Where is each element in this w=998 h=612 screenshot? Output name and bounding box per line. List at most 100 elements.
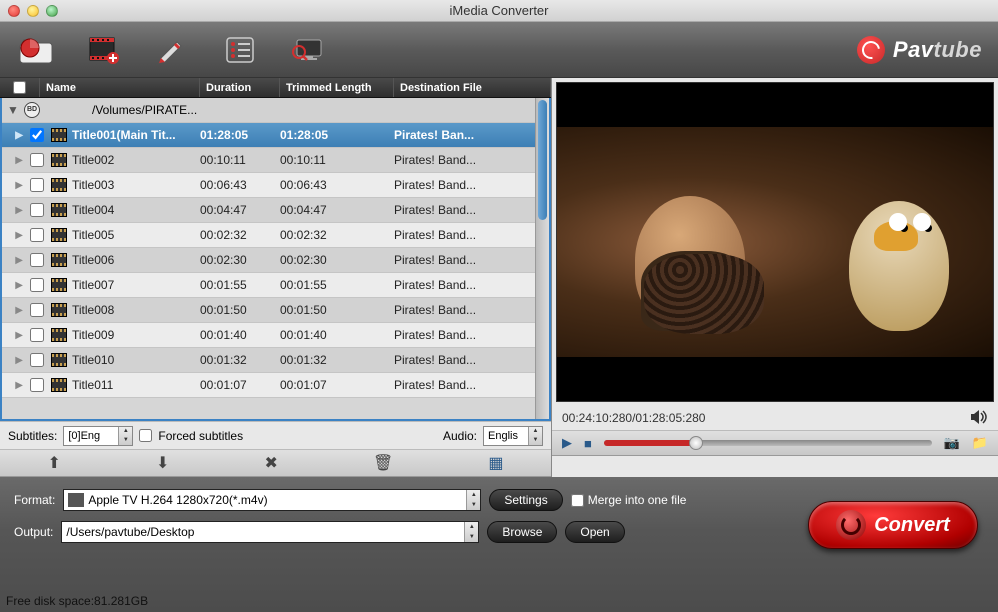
disc-icon <box>24 102 40 118</box>
table-row[interactable]: ▶Title00600:02:3000:02:30Pirates! Band..… <box>2 248 549 273</box>
expand-icon[interactable]: ▶ <box>2 180 26 191</box>
cell-name: Title010 <box>70 353 200 367</box>
row-checkbox[interactable] <box>30 178 44 192</box>
expand-icon[interactable]: ▶ <box>2 130 26 141</box>
row-checkbox[interactable] <box>30 278 44 292</box>
table-header: Name Duration Trimmed Length Destination… <box>0 78 551 98</box>
stop-button[interactable]: ■ <box>584 436 592 451</box>
row-checkbox[interactable] <box>30 328 44 342</box>
convert-icon <box>836 510 866 540</box>
expand-icon[interactable]: ▼ <box>2 103 24 117</box>
cell-duration: 00:06:43 <box>200 178 280 192</box>
row-checkbox[interactable] <box>30 253 44 267</box>
logo-text: Pavtube <box>893 37 982 63</box>
table-row[interactable]: ▶Title00500:02:3200:02:32Pirates! Band..… <box>2 223 549 248</box>
film-icon <box>48 278 70 292</box>
expand-icon[interactable]: ▶ <box>2 355 26 366</box>
expand-icon[interactable]: ▶ <box>2 330 26 341</box>
table-row[interactable]: ▶Title01100:01:0700:01:07Pirates! Band..… <box>2 373 549 398</box>
table-row[interactable]: ▶Title00800:01:5000:01:50Pirates! Band..… <box>2 298 549 323</box>
expand-icon[interactable]: ▶ <box>2 205 26 216</box>
file-list-panel: Name Duration Trimmed Length Destination… <box>0 78 552 477</box>
table-row[interactable]: ▶Title00200:10:1100:10:11Pirates! Band..… <box>2 148 549 173</box>
merge-checkbox[interactable] <box>571 494 584 507</box>
col-name[interactable]: Name <box>40 78 200 97</box>
video-preview[interactable] <box>556 82 994 402</box>
logo-icon <box>857 36 885 64</box>
add-video-button[interactable] <box>84 30 124 70</box>
audio-select[interactable]: Englis▲▼ <box>483 426 543 446</box>
volume-path: /Volumes/PIRATE... <box>92 103 197 117</box>
cell-trimmed: 00:01:07 <box>280 378 394 392</box>
subtitle-select[interactable]: [0]Eng▲▼ <box>63 426 133 446</box>
film-icon <box>48 128 70 142</box>
table-row[interactable]: ▶Title01000:01:3200:01:32Pirates! Band..… <box>2 348 549 373</box>
move-down-button[interactable]: ⬇ <box>156 453 169 473</box>
format-select[interactable]: Apple TV H.264 1280x720(*.m4v) ▲▼ <box>63 489 481 511</box>
minimize-window-button[interactable] <box>27 5 39 17</box>
play-button[interactable]: ▶ <box>562 435 572 451</box>
cell-trimmed: 00:06:43 <box>280 178 394 192</box>
row-checkbox[interactable] <box>30 128 44 142</box>
cell-trimmed: 00:04:47 <box>280 203 394 217</box>
forced-subtitles-checkbox[interactable] <box>139 429 152 442</box>
row-checkbox[interactable] <box>30 203 44 217</box>
close-window-button[interactable] <box>8 5 20 17</box>
expand-icon[interactable]: ▶ <box>2 155 26 166</box>
format-label: Format: <box>14 493 55 507</box>
table-row[interactable]: ▶Title001(Main Tit...01:28:0501:28:05Pir… <box>2 123 549 148</box>
convert-button[interactable]: Convert <box>808 501 978 549</box>
list-button[interactable] <box>220 30 260 70</box>
expand-icon[interactable]: ▶ <box>2 380 26 391</box>
col-destination[interactable]: Destination File <box>394 78 551 97</box>
move-up-button[interactable]: ⬆ <box>48 453 61 473</box>
load-disc-button[interactable] <box>16 30 56 70</box>
cell-trimmed: 00:01:40 <box>280 328 394 342</box>
snapshot-button[interactable]: 📷 <box>944 435 960 451</box>
volume-row[interactable]: ▼ /Volumes/PIRATE... <box>2 98 549 123</box>
table-row[interactable]: ▶Title00300:06:4300:06:43Pirates! Band..… <box>2 173 549 198</box>
clip-button[interactable]: ▦ <box>488 453 503 473</box>
row-checkbox[interactable] <box>30 153 44 167</box>
row-checkbox[interactable] <box>30 353 44 367</box>
cell-name: Title002 <box>70 153 200 167</box>
format-icon <box>68 493 84 507</box>
titlebar: iMedia Converter <box>0 0 998 22</box>
cell-duration: 01:28:05 <box>200 128 280 142</box>
expand-icon[interactable]: ▶ <box>2 305 26 316</box>
remove-button[interactable]: ✖ <box>264 453 277 473</box>
monitor-button[interactable] <box>288 30 328 70</box>
expand-icon[interactable]: ▶ <box>2 280 26 291</box>
row-checkbox[interactable] <box>30 228 44 242</box>
table-row[interactable]: ▶Title00700:01:5500:01:55Pirates! Band..… <box>2 273 549 298</box>
volume-icon[interactable] <box>970 409 988 428</box>
col-trimmed[interactable]: Trimmed Length <box>280 78 394 97</box>
expand-icon[interactable]: ▶ <box>2 230 26 241</box>
col-duration[interactable]: Duration <box>200 78 280 97</box>
snapshot-folder-button[interactable]: 📁 <box>972 435 988 451</box>
select-all-checkbox[interactable] <box>13 81 26 94</box>
cell-name: Title001(Main Tit... <box>70 128 200 142</box>
settings-button[interactable]: Settings <box>489 489 562 511</box>
row-checkbox[interactable] <box>30 303 44 317</box>
output-path[interactable]: /Users/pavtube/Desktop ▲▼ <box>61 521 479 543</box>
seek-slider[interactable] <box>604 440 932 446</box>
trash-button[interactable]: 🗑 <box>373 453 393 473</box>
cell-duration: 00:04:47 <box>200 203 280 217</box>
browse-button[interactable]: Browse <box>487 521 557 543</box>
cell-name: Title003 <box>70 178 200 192</box>
cell-dest: Pirates! Ban... <box>394 128 549 142</box>
table-row[interactable]: ▶Title00900:01:4000:01:40Pirates! Band..… <box>2 323 549 348</box>
window-title: iMedia Converter <box>450 3 549 18</box>
open-button[interactable]: Open <box>565 521 624 543</box>
cell-name: Title005 <box>70 228 200 242</box>
cell-duration: 00:02:32 <box>200 228 280 242</box>
edit-button[interactable] <box>152 30 192 70</box>
table-row[interactable]: ▶Title00400:04:4700:04:47Pirates! Band..… <box>2 198 549 223</box>
expand-icon[interactable]: ▶ <box>2 255 26 266</box>
film-icon <box>48 203 70 217</box>
cell-trimmed: 00:01:55 <box>280 278 394 292</box>
zoom-window-button[interactable] <box>46 5 58 17</box>
row-checkbox[interactable] <box>30 378 44 392</box>
scrollbar[interactable] <box>535 98 549 419</box>
